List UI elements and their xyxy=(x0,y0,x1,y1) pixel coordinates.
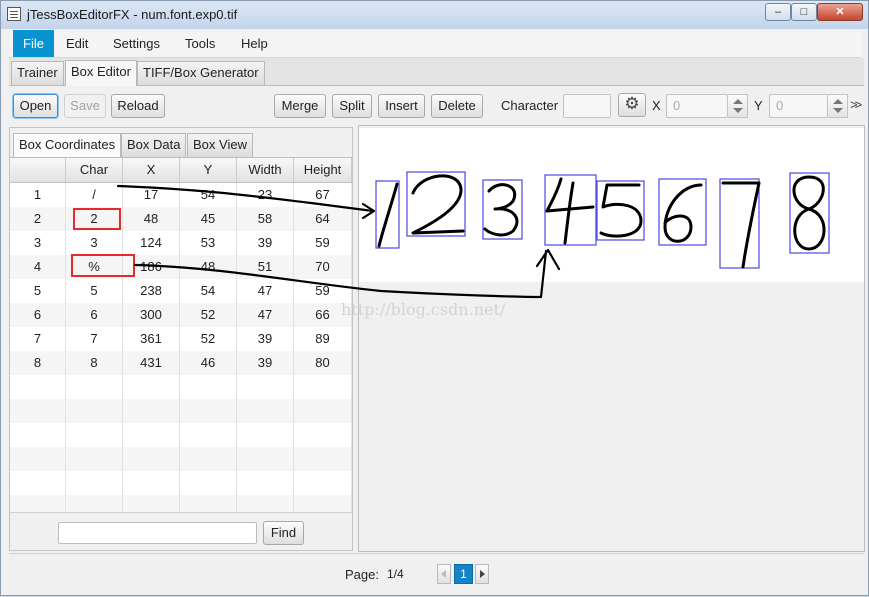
glyph-7 xyxy=(721,181,761,269)
prev-page-button[interactable] xyxy=(437,564,451,584)
pagination-bar: Page: 1/4 1 xyxy=(9,553,864,592)
glyph-6 xyxy=(663,183,703,243)
handwritten-digits xyxy=(377,174,826,269)
glyph-5 xyxy=(599,183,643,238)
page-label: Page: xyxy=(345,567,379,582)
glyph-1 xyxy=(377,182,399,248)
glyph-3 xyxy=(483,183,519,237)
app-window: jTessBoxEditorFX - num.font.exp0.tif – □… xyxy=(0,0,869,596)
arrow-slash-to-1 xyxy=(116,184,375,213)
glyph-box[interactable] xyxy=(719,178,760,269)
page-value: 1/4 xyxy=(387,567,404,581)
next-page-button[interactable] xyxy=(475,564,489,584)
arrow-percent-to-4 xyxy=(133,249,548,299)
annotation-overlay: http://blog.csdn.net/ xyxy=(116,171,830,319)
glyph-2 xyxy=(411,174,465,235)
watermark-text: http://blog.csdn.net/ xyxy=(341,300,506,319)
annotation-arrows xyxy=(116,184,561,299)
glyph-8 xyxy=(792,175,826,251)
glyph-boxes xyxy=(375,171,830,269)
page-number-current[interactable]: 1 xyxy=(454,564,473,584)
arrowhead-2 xyxy=(535,248,561,271)
glyph-4 xyxy=(545,177,595,245)
